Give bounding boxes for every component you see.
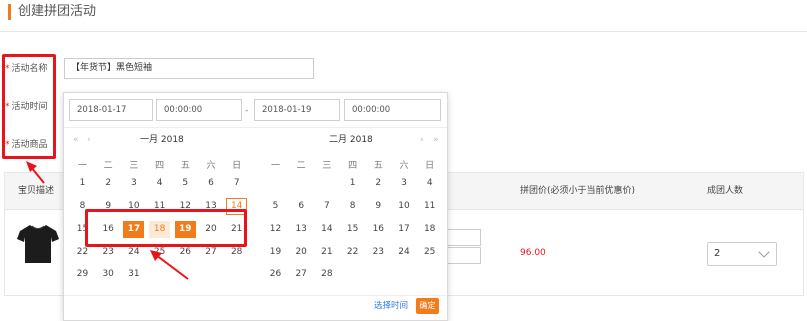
left-weekday-label: 二 [103,161,113,171]
page-root: 创建拼团活动 * 活动名称 * 活动时间 * 活动商品 【年货节】黑色短袖 宝贝描述 … [0,0,807,321]
right-day-cell[interactable]: 15 [342,221,363,238]
left-weekday-label: 六 [206,161,216,171]
right-weekday-label: 六 [399,161,409,171]
start-date-input[interactable]: 2018-01-17 [69,99,153,121]
left-day-cell[interactable]: 2 [98,175,119,192]
right-day-cell[interactable]: 17 [394,221,415,238]
right-day-cell[interactable]: 24 [394,244,415,261]
th-product-desc: 宝贝描述 [18,186,55,196]
left-day-cell[interactable]: 7 [226,175,247,192]
date-range-highlight-box [85,209,247,247]
prev-month-icon[interactable]: ‹ [87,134,91,146]
next-year-icon[interactable]: » [433,134,439,146]
right-day-cell[interactable]: 22 [342,244,363,261]
right-day-cell[interactable]: 20 [291,244,312,261]
right-day-cell[interactable]: 14 [316,221,337,238]
left-day-cell[interactable]: 29 [72,266,93,283]
group-price-value: 96.00 [520,248,546,258]
right-day-cell[interactable]: 23 [368,244,389,261]
left-weekday-label: 日 [232,161,242,171]
right-day-cell[interactable]: 18 [419,221,440,238]
th-group-size: 成团人数 [707,186,744,196]
right-day-cell[interactable]: 6 [291,198,312,215]
left-day-cell[interactable]: 3 [123,175,144,192]
right-day-cell[interactable]: 10 [394,198,415,215]
right-day-cell[interactable]: 27 [291,266,312,283]
right-day-cell[interactable]: 11 [419,198,440,215]
picker-divider [64,127,447,128]
next-month-icon[interactable]: › [420,134,424,146]
right-day-cell[interactable]: 3 [394,175,415,192]
right-day-cell[interactable]: 2 [368,175,389,192]
right-day-cell[interactable]: 19 [265,244,286,261]
right-day-cell[interactable]: 12 [265,221,286,238]
left-weekday-label: 四 [155,161,165,171]
left-weekday-label: 一 [77,161,87,171]
right-day-cell[interactable]: 13 [291,221,312,238]
chevron-down-icon [758,246,770,258]
right-weekday-label: 二 [296,161,306,171]
right-day-cell[interactable]: 25 [419,244,440,261]
right-day-cell[interactable]: 8 [342,198,363,215]
page-title: 创建拼团活动 [18,4,97,19]
prev-year-icon[interactable]: « [73,134,79,146]
date-separator: - [245,106,249,116]
right-day-cell[interactable]: 9 [368,198,389,215]
right-weekday-label: 五 [373,161,383,171]
right-weekday-label: 一 [270,161,280,171]
title-accent-bar [8,4,11,20]
page-header: 创建拼团活动 [0,0,807,32]
end-date-input[interactable]: 2018-01-19 [254,99,340,121]
left-day-cell[interactable]: 5 [175,175,196,192]
right-day-cell[interactable]: 4 [419,175,440,192]
right-day-cell[interactable]: 7 [316,198,337,215]
right-weekday-label: 日 [425,161,435,171]
right-day-cell[interactable]: 5 [265,198,286,215]
product-image [17,225,59,263]
labels-highlight-box [2,54,56,159]
header-divider [0,31,807,32]
left-day-cell[interactable]: 6 [201,175,222,192]
confirm-button[interactable]: 确定 [416,298,439,314]
right-weekday-label: 三 [322,161,332,171]
group-size-select[interactable]: 2 [707,242,777,266]
left-day-cell[interactable]: 31 [123,266,144,283]
group-size-value: 2 [714,248,721,259]
th-group-price: 拼团价(必须小于当前优惠价) [520,186,636,196]
right-day-cell[interactable]: 1 [342,175,363,192]
right-day-cell[interactable]: 26 [265,266,286,283]
right-weekday-label: 四 [348,161,358,171]
left-day-cell[interactable]: 1 [72,175,93,192]
left-month-title: 一月 2018 [140,135,184,145]
left-weekday-label: 三 [129,161,139,171]
start-time-input[interactable]: 00:00:00 [156,99,242,121]
right-month-title: 二月 2018 [329,135,373,145]
left-day-cell[interactable]: 30 [98,266,119,283]
right-day-cell[interactable]: 21 [316,244,337,261]
end-time-input[interactable]: 00:00:00 [344,99,441,121]
left-day-cell[interactable]: 4 [149,175,170,192]
picker-footer-divider [64,295,447,296]
left-weekday-label: 五 [180,161,190,171]
activity-name-input[interactable]: 【年货节】黑色短袖 [64,58,314,79]
right-day-cell[interactable]: 28 [316,266,337,283]
select-time-link[interactable]: 选择时间 [374,300,408,312]
right-day-cell[interactable]: 16 [368,221,389,238]
